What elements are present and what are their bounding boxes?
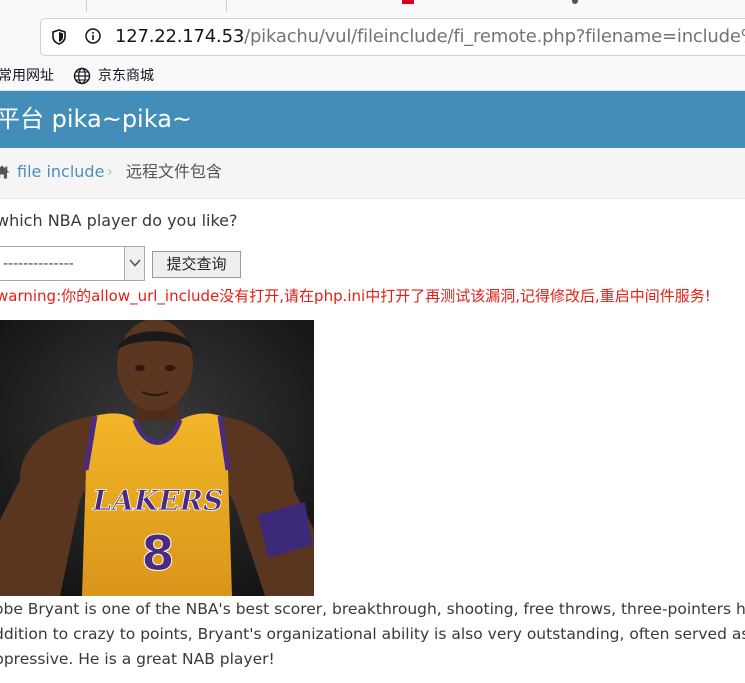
home-icon: [0, 165, 10, 179]
url-host: 127.22.174.53: [115, 26, 245, 47]
player-description: obe Bryant is one of the NBA's best scor…: [0, 597, 745, 672]
site-navbar: 平台 pika~pika~: [0, 91, 745, 148]
jersey-number-text: 8: [141, 526, 174, 582]
tab-divider: [226, 0, 227, 12]
tab-favicon[interactable]: [402, 0, 414, 4]
player-select-value: --------------: [3, 256, 74, 272]
bookmark-jd-mall[interactable]: 京东商城: [98, 67, 154, 85]
bookmarks-bar: 常用网址 京东商城: [0, 62, 745, 91]
site-brand[interactable]: 平台 pika~pika~: [0, 103, 192, 135]
tab-favicon[interactable]: [572, 0, 578, 4]
browser-tab-strip: [0, 0, 745, 12]
description-line: ppressive. He is a great NAB player!: [0, 650, 275, 668]
url-path: /pikachu/vul/fileinclude/fi_remote.php?f…: [244, 26, 745, 47]
description-line: ddition to crazy to points, Bryant's org…: [0, 625, 745, 643]
url-text: 127.22.174.53/pikachu/vul/fileinclude/fi…: [115, 25, 745, 49]
tab-divider: [86, 0, 87, 12]
breadcrumb-file-include-link[interactable]: file include: [17, 161, 104, 183]
info-icon[interactable]: [85, 28, 101, 44]
browser-toolbar: 127.22.174.53/pikachu/vul/fileinclude/fi…: [0, 12, 745, 62]
player-photo: LAKERS 8: [0, 320, 314, 596]
bookmark-common-sites[interactable]: 常用网址: [0, 67, 54, 85]
breadcrumb-current: 远程文件包含: [126, 162, 223, 181]
description-line: obe Bryant is one of the NBA's best scor…: [0, 600, 745, 618]
player-select[interactable]: --------------: [0, 246, 145, 281]
jersey-team-text: LAKERS: [92, 484, 224, 517]
shield-icon[interactable]: [51, 29, 67, 45]
player-question: which NBA player do you like?: [0, 211, 238, 230]
warning-message: warning:你的allow_url_include没有打开,请在php.in…: [0, 287, 711, 305]
submit-button[interactable]: 提交查询: [152, 251, 241, 278]
breadcrumb: file include › 远程文件包含: [0, 148, 745, 199]
globe-icon: [73, 67, 91, 85]
breadcrumb-separator: ›: [107, 164, 113, 180]
chevron-down-icon[interactable]: [124, 247, 144, 280]
address-bar[interactable]: 127.22.174.53/pikachu/vul/fileinclude/fi…: [40, 18, 745, 56]
